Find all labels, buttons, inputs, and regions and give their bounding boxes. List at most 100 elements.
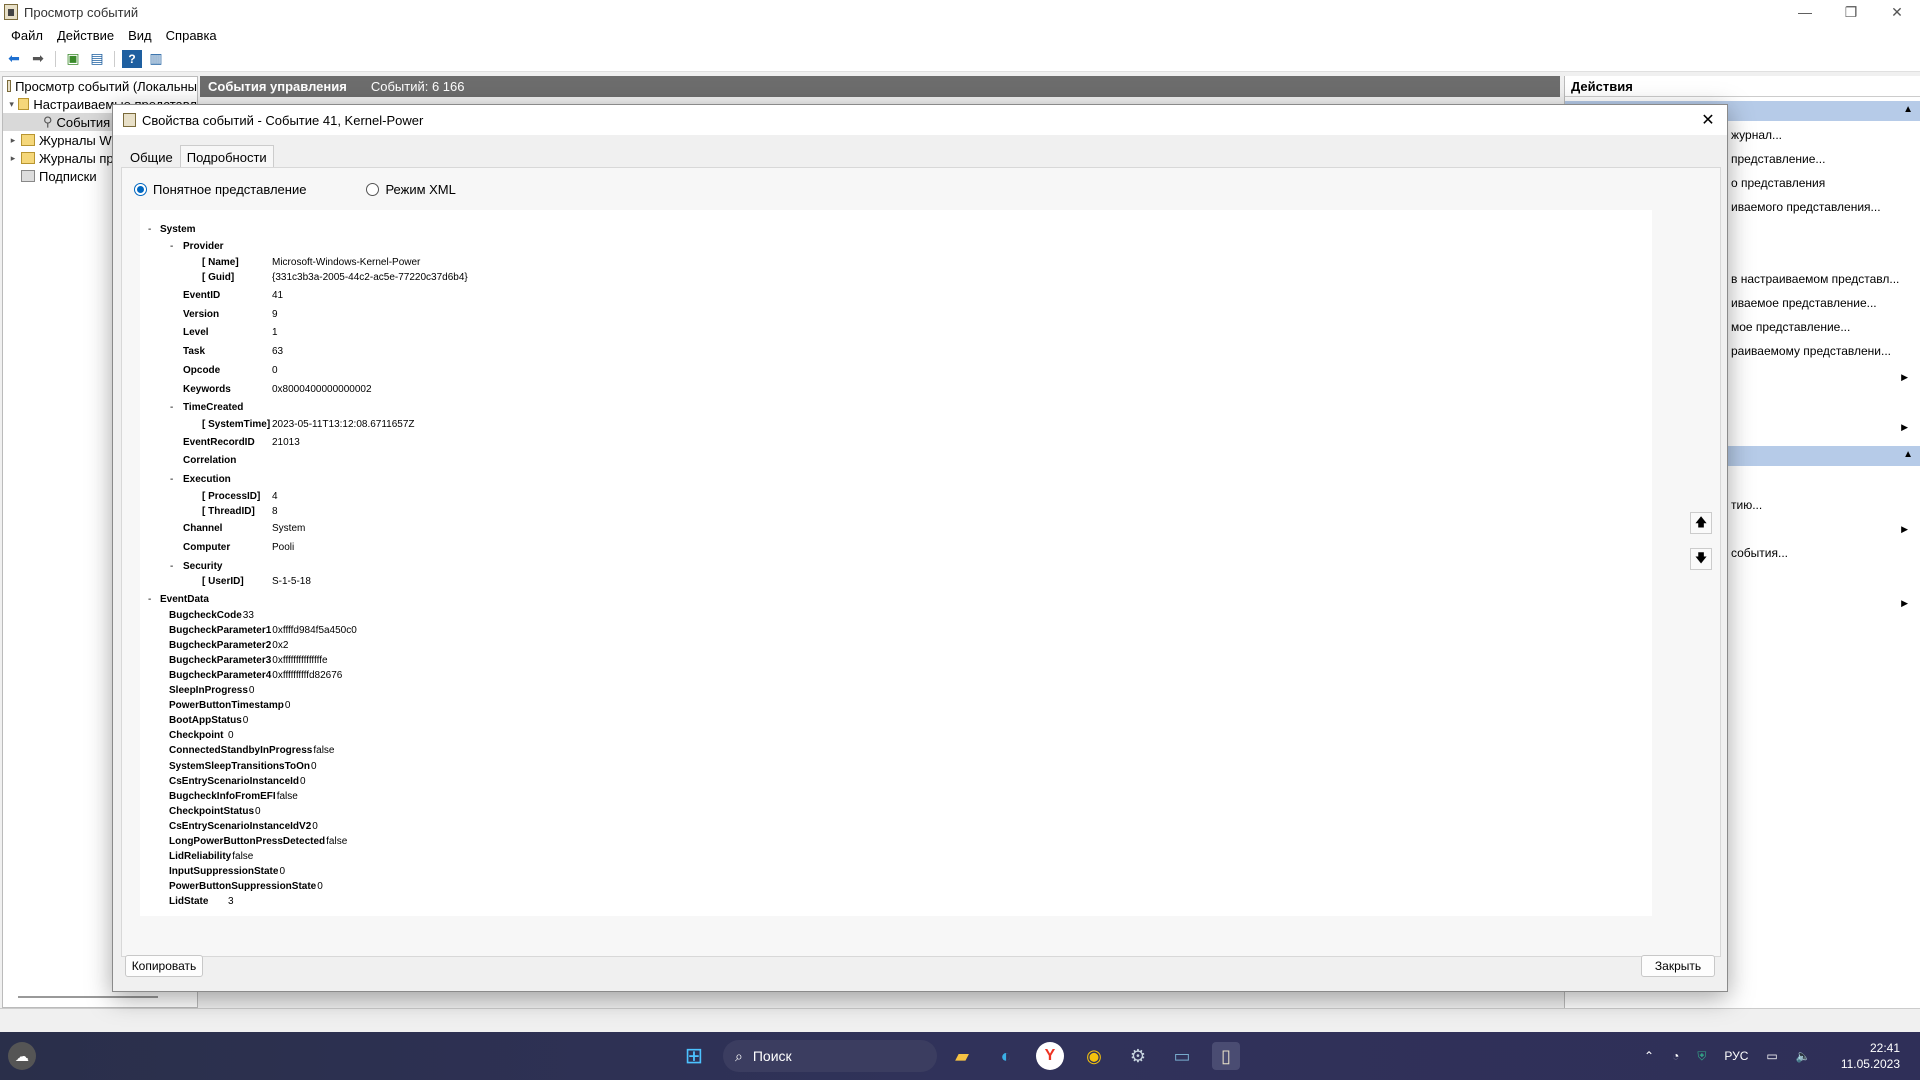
field-value: 63 — [272, 346, 284, 357]
help-icon[interactable]: ? — [122, 49, 142, 68]
eventdata-value: 0xffffffffffd82676 — [272, 670, 343, 682]
minimize-icon[interactable]: — — [1782, 0, 1828, 24]
collapse-toggle[interactable]: - — [170, 474, 173, 485]
window-controls: — ❐ ✕ — [1782, 0, 1920, 24]
close-icon[interactable]: ✕ — [1874, 0, 1920, 24]
eventdata-value: 0 — [279, 865, 286, 877]
volume-icon[interactable]: 🔈 — [1796, 1049, 1811, 1063]
action-item[interactable]: события... — [1731, 546, 1788, 560]
submenu-arrow-icon[interactable]: ▶ — [1901, 372, 1908, 383]
search-icon: ⌕ — [735, 1047, 743, 1064]
start-icon[interactable]: ⊞ — [680, 1042, 708, 1070]
action-item[interactable]: тию... — [1731, 498, 1762, 512]
show-hide-tree-icon[interactable]: ▤ — [87, 50, 107, 68]
collapse-toggle[interactable]: - — [170, 402, 173, 413]
eventdata-key: BugcheckParameter4 — [169, 670, 272, 682]
chevron-down-icon[interactable]: ▾ — [7, 99, 16, 110]
action-item[interactable]: мое представление... — [1731, 320, 1850, 334]
field-key: Channel — [183, 523, 223, 534]
radio-xml-view[interactable]: Режим XML — [366, 182, 456, 197]
tree-scrollbar[interactable] — [18, 996, 158, 998]
tab-details[interactable]: Подробности — [179, 145, 274, 169]
close-button[interactable]: Закрыть — [1641, 955, 1715, 977]
eventdata-value: false — [326, 835, 348, 847]
eventdata-key: BugcheckParameter3 — [169, 655, 272, 667]
forward-icon[interactable]: ➡ — [28, 50, 48, 68]
restore-icon[interactable]: ❐ — [1828, 0, 1874, 24]
collapse-toggle[interactable]: - — [170, 241, 173, 252]
action-item[interactable]: о представления — [1731, 176, 1825, 190]
chrome-icon[interactable]: ◉ — [1080, 1042, 1108, 1070]
eventdata-key: LidReliability — [169, 850, 232, 862]
field-key: Version — [183, 309, 220, 320]
dialog-tabs: Общие Подробности — [123, 145, 274, 169]
radio-button-unchecked[interactable] — [366, 183, 380, 196]
collapse-icon[interactable]: ▲ — [1903, 104, 1913, 115]
collapse-toggle[interactable]: - — [170, 561, 173, 572]
action-item[interactable]: иваемого представления... — [1731, 200, 1881, 214]
chevron-up-icon[interactable]: ⌃ — [1644, 1049, 1654, 1063]
attr-key: [ Guid] — [202, 272, 235, 283]
show-hide-action-pane-icon[interactable]: ▥ — [146, 50, 166, 68]
steam-icon[interactable]: ⚙ — [1124, 1042, 1152, 1070]
menu-bar: Файл Действие Вид Справка — [0, 24, 1920, 46]
toolbar: ⬅ ➡ ▣ ▤ ? ▥ — [0, 46, 1920, 72]
folder-icon — [21, 134, 35, 146]
edge-icon[interactable]: ◐ — [992, 1042, 1020, 1070]
remote-desktop-icon[interactable]: ▭ — [1168, 1042, 1196, 1070]
node-provider: Provider — [183, 241, 224, 252]
attr-value: 2023-05-11T13:12:08.6711657Z — [272, 419, 415, 430]
chevron-right-icon[interactable]: ▸ — [7, 135, 19, 146]
action-item[interactable]: раиваемому представлени... — [1731, 344, 1891, 358]
collapse-toggle[interactable]: - — [148, 594, 151, 605]
radio-button-checked[interactable] — [134, 183, 147, 196]
clock[interactable]: 22:41 11.05.2023 — [1841, 1040, 1900, 1072]
action-item[interactable]: иваемое представление... — [1731, 296, 1877, 310]
attr-key: [ ProcessID] — [202, 491, 261, 502]
action-item[interactable]: представление... — [1731, 152, 1825, 166]
menu-view[interactable]: Вид — [121, 28, 159, 43]
eventdata-key: PowerButtonSuppressionState — [169, 880, 317, 892]
eventdata-key: SystemSleepTransitionsToOn — [169, 760, 310, 772]
dialog-title-bar: Свойства событий - Событие 41, Kernel-Po… — [113, 105, 1727, 135]
eventdata-value: 0x2 — [272, 640, 289, 652]
submenu-arrow-icon[interactable]: ▶ — [1901, 524, 1908, 535]
eventdata-value: 3 — [228, 895, 234, 907]
menu-file[interactable]: Файл — [4, 28, 50, 43]
field-value: 0 — [272, 365, 278, 376]
tab-general[interactable]: Общие — [123, 145, 180, 169]
security-icon[interactable]: ⛨ — [1697, 1049, 1706, 1064]
tree-item-root[interactable]: Просмотр событий (Локальны — [3, 77, 197, 95]
up-folder-icon[interactable]: ▣ — [63, 50, 83, 68]
action-item[interactable]: в настраиваемом представл... — [1731, 272, 1899, 286]
eventdata-key: PowerButtonTimestamp — [169, 700, 284, 712]
menu-action[interactable]: Действие — [50, 28, 121, 43]
taskbar-search[interactable]: ⌕ Поиск — [723, 1040, 937, 1072]
network-icon[interactable]: ▭ — [1766, 1049, 1777, 1063]
language-indicator[interactable]: РУС — [1724, 1049, 1748, 1063]
collapse-icon[interactable]: ▲ — [1903, 449, 1913, 460]
back-icon[interactable]: ⬅ — [4, 50, 24, 68]
attr-value: S-1-5-18 — [272, 576, 311, 587]
copy-button[interactable]: Копировать — [125, 955, 203, 977]
yandex-browser-icon[interactable]: Y — [1036, 1042, 1064, 1070]
collapse-toggle[interactable]: - — [148, 224, 151, 235]
widgets-icon[interactable]: ☁ — [8, 1042, 36, 1070]
eventdata-value: 0xfffffffffffffffe — [272, 655, 328, 667]
submenu-arrow-icon[interactable]: ▶ — [1901, 598, 1908, 609]
file-explorer-icon[interactable]: ▰ — [948, 1042, 976, 1070]
menu-help[interactable]: Справка — [159, 28, 224, 43]
chevron-right-icon[interactable]: ▸ — [7, 153, 19, 164]
tray-app-icon[interactable]: ◔ — [1672, 1049, 1679, 1063]
field-value: System — [272, 523, 306, 534]
window-title: Просмотр событий — [24, 4, 139, 20]
dialog-close-icon[interactable]: ✕ — [1695, 107, 1721, 133]
next-event-button[interactable]: 🡇 — [1690, 548, 1712, 570]
radio-friendly-view[interactable]: Понятное представление — [134, 182, 306, 197]
log-title: События управления — [208, 79, 347, 94]
eventdata-key: BugcheckParameter2 — [169, 640, 272, 652]
action-item[interactable]: журнал... — [1731, 128, 1782, 142]
event-viewer-taskbar-icon[interactable]: ▯ — [1212, 1042, 1240, 1070]
submenu-arrow-icon[interactable]: ▶ — [1901, 422, 1908, 433]
previous-event-button[interactable]: 🡅 — [1690, 512, 1712, 534]
